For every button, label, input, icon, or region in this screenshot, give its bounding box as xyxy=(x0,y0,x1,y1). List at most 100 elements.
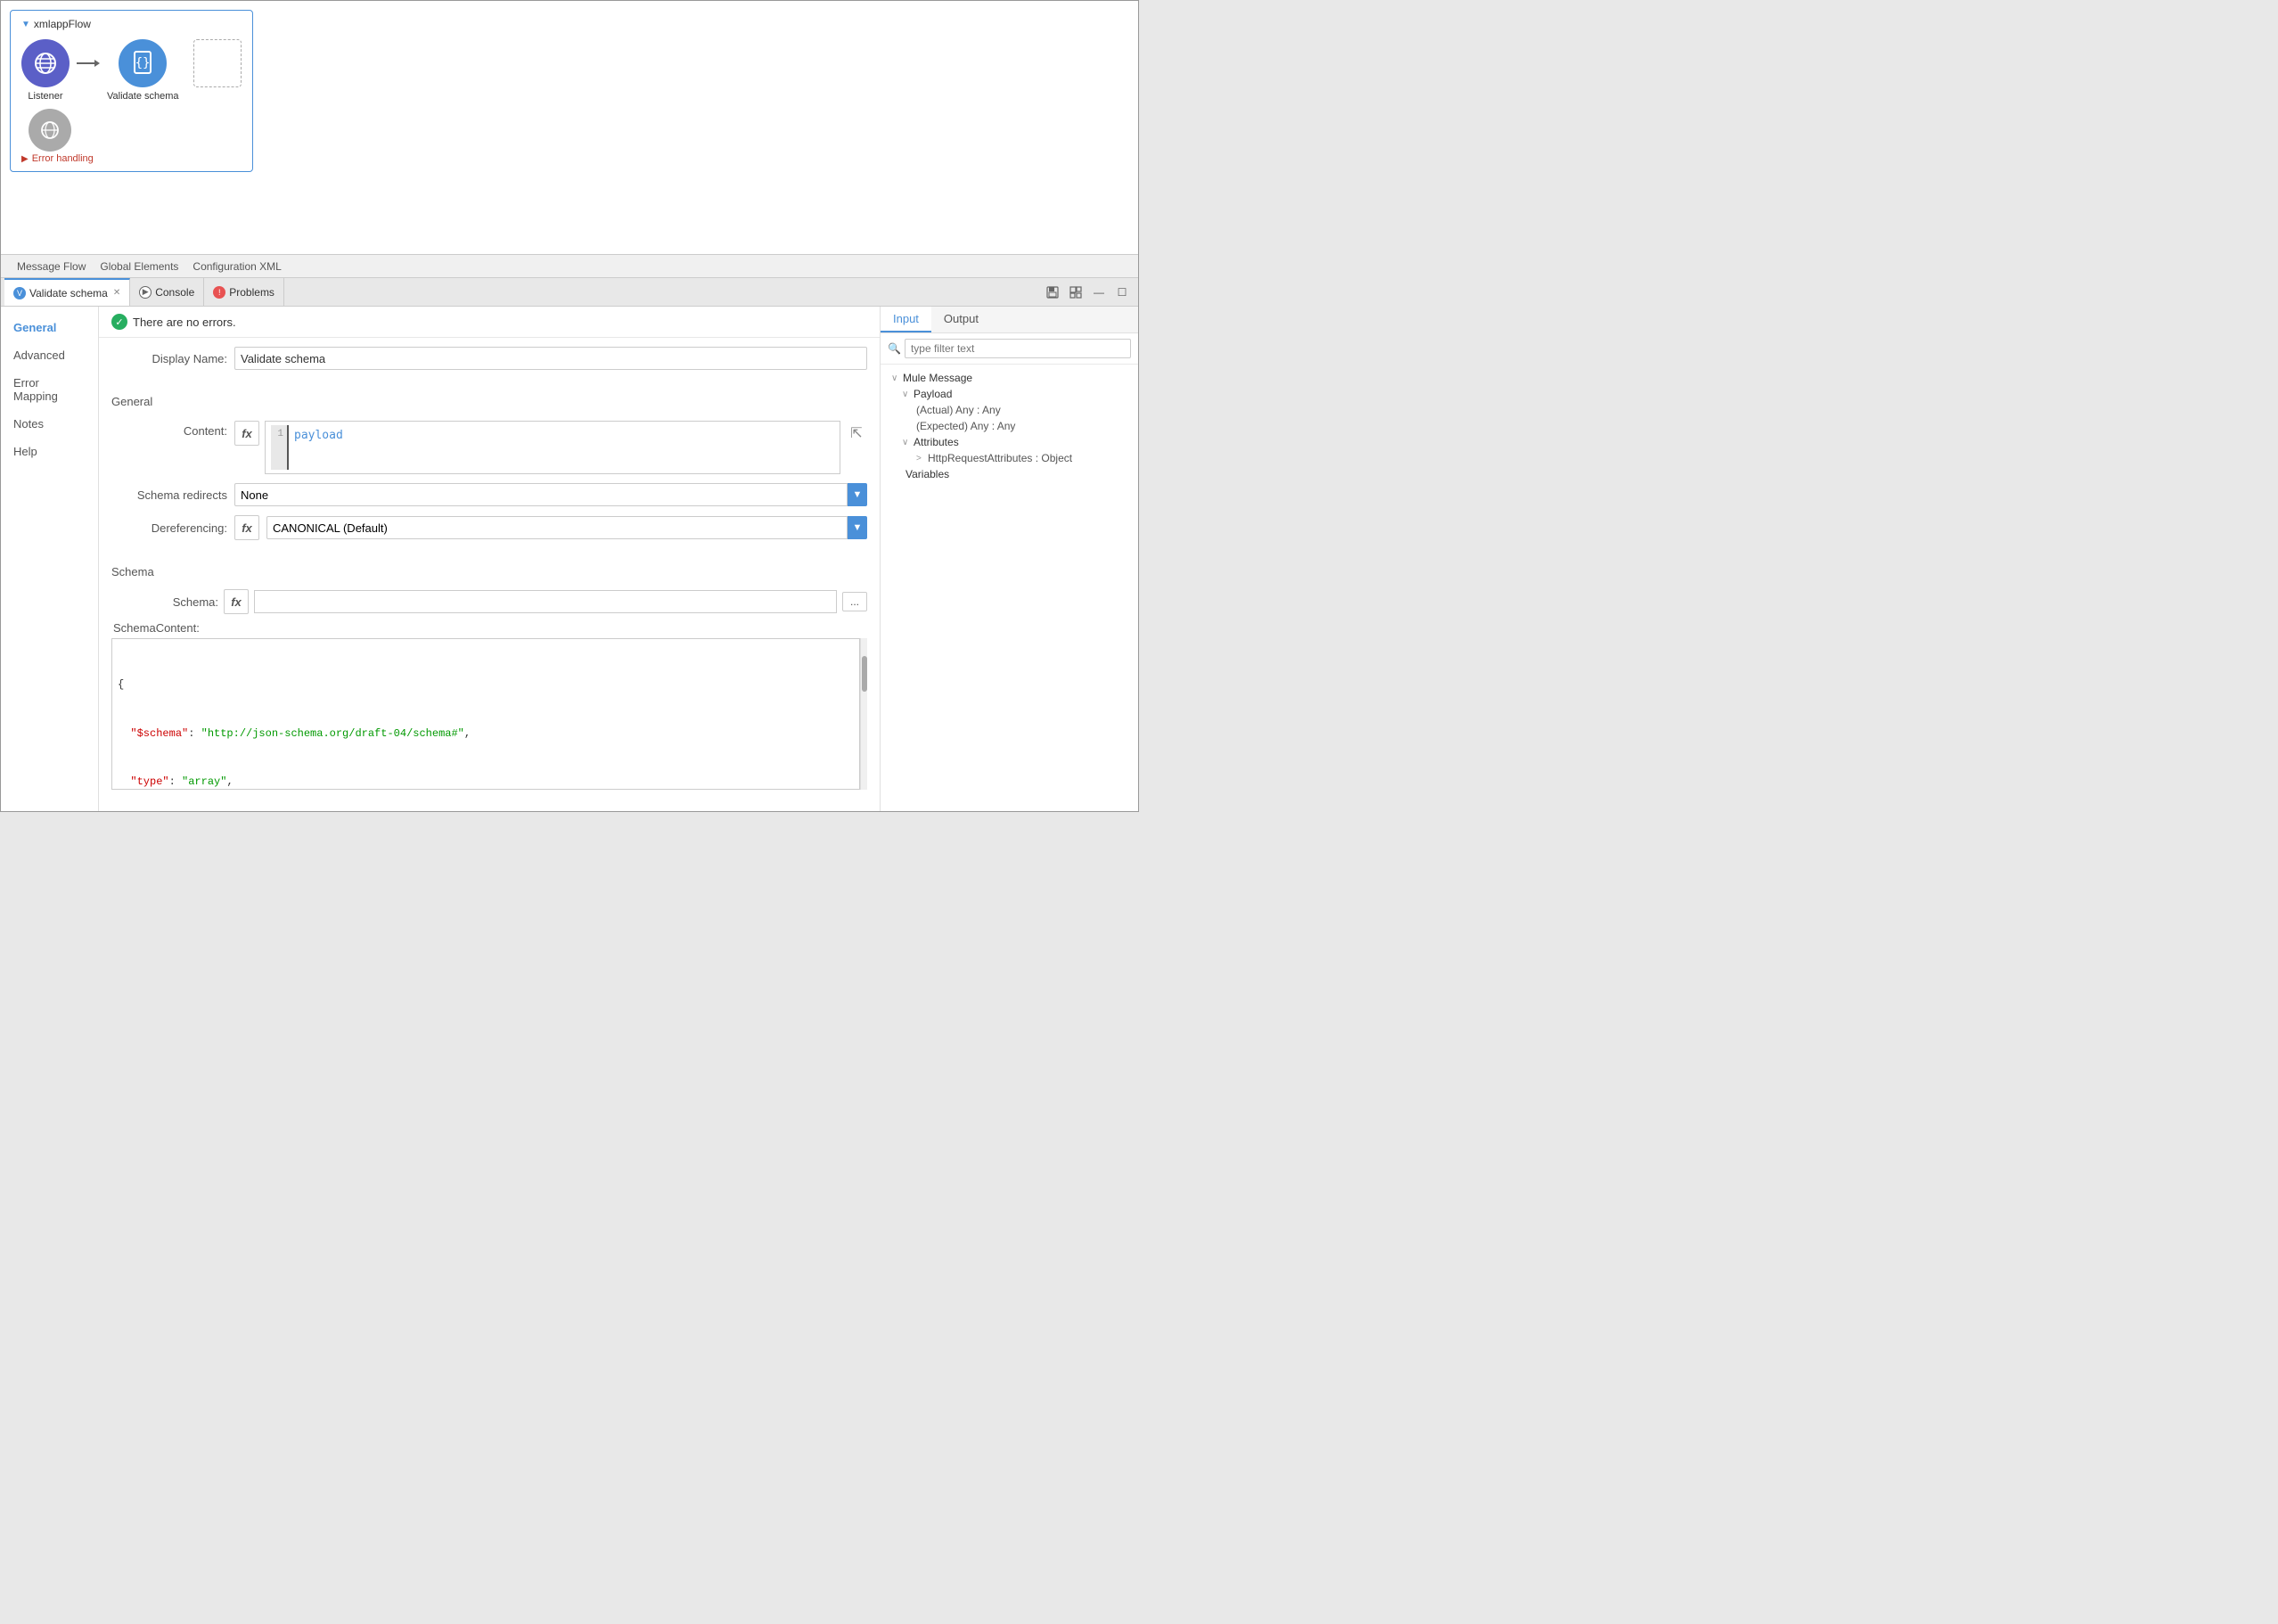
content-code-editor[interactable]: 1 payload xyxy=(265,421,840,474)
tab-message-flow[interactable]: Message Flow xyxy=(10,255,93,277)
sidebar-item-general[interactable]: General xyxy=(1,314,98,341)
filter-input[interactable] xyxy=(905,339,1131,358)
tree-item-attributes[interactable]: ∨ Attributes xyxy=(888,434,1131,450)
schema-scrollbar[interactable] xyxy=(860,638,867,790)
panel-tab-console[interactable]: ▶ Console xyxy=(130,278,204,306)
node-placeholder xyxy=(193,39,242,87)
tree-item-payload[interactable]: ∨ Payload xyxy=(888,386,1131,402)
validate-schema-tab-icon: V xyxy=(13,287,26,299)
flow-nodes: Listener {} Validate schema xyxy=(21,39,242,102)
attributes-label: Attributes xyxy=(914,436,959,448)
display-name-row: Display Name: xyxy=(111,347,867,370)
tree-view: ∨ Mule Message ∨ Payload (Actual) Any : … xyxy=(881,365,1138,811)
dereferencing-label: Dereferencing: xyxy=(111,521,227,535)
general-section-header: General xyxy=(99,388,880,412)
tab-configuration-xml[interactable]: Configuration XML xyxy=(185,255,288,277)
tree-item-variables[interactable]: Variables xyxy=(888,466,1131,482)
content-label: Content: xyxy=(111,421,227,438)
status-bar: ✓ There are no errors. xyxy=(99,307,880,338)
maximize-icon-btn[interactable]: ☐ xyxy=(1113,283,1131,301)
problems-tab-icon: ! xyxy=(213,286,225,299)
scrollbar-thumb[interactable] xyxy=(862,656,867,692)
sidebar-item-help[interactable]: Help xyxy=(1,438,98,465)
schema-browse-button[interactable]: ... xyxy=(842,592,867,611)
schema-fx-button[interactable]: fx xyxy=(224,589,249,614)
flow-arrow xyxy=(77,60,100,67)
error-handling-section[interactable]: ▶ Error handling xyxy=(21,153,242,164)
flow-title-arrow: ▼ xyxy=(21,20,30,29)
panel-right-icons: — ☐ xyxy=(1044,283,1135,301)
schema-content-editor-container: { "$schema": "http://json-schema.org/dra… xyxy=(111,638,867,790)
tab-global-elements[interactable]: Global Elements xyxy=(93,255,185,277)
sidebar-item-error-mapping[interactable]: Error Mapping xyxy=(1,369,98,410)
schema-json-text: { "$schema": "http://json-schema.org/dra… xyxy=(118,644,854,790)
content-editor-container: fx 1 payload ⇱ xyxy=(234,421,867,474)
code-line-numbers: 1 xyxy=(271,425,289,470)
mule-message-chevron: ∨ xyxy=(891,373,900,383)
right-panel: Input Output 🔍 ∨ Mule Message ∨ Payload xyxy=(880,307,1138,811)
mule-message-label: Mule Message xyxy=(903,372,972,384)
panel-tab-problems[interactable]: ! Problems xyxy=(204,278,284,306)
status-text: There are no errors. xyxy=(133,316,236,329)
display-name-section: Display Name: xyxy=(99,338,880,388)
panel-tab-validate-schema[interactable]: V Validate schema ✕ xyxy=(4,278,130,306)
flow-container: ▼ xmlappFlow Listener xyxy=(10,10,253,172)
validate-schema-node-circle[interactable]: {} xyxy=(119,39,167,87)
variables-label: Variables xyxy=(905,468,949,480)
schema-redirects-label: Schema redirects xyxy=(111,488,227,502)
app-container: ▼ xmlappFlow Listener xyxy=(0,0,1139,812)
display-name-input[interactable] xyxy=(234,347,867,370)
http-request-attrs-label: HttpRequestAttributes : Object xyxy=(928,452,1072,464)
error-handling-label: Error handling xyxy=(32,153,94,164)
schema-redirects-select[interactable]: None xyxy=(234,483,848,506)
listener-node-circle[interactable] xyxy=(21,39,70,87)
panel-tabs-bar: V Validate schema ✕ ▶ Console ! Problems… xyxy=(1,278,1138,307)
schema-section: Schema: fx ... SchemaContent: { "$schema… xyxy=(99,582,880,797)
save-icon-btn[interactable] xyxy=(1044,283,1061,301)
tree-item-mule-message[interactable]: ∨ Mule Message xyxy=(888,370,1131,386)
http-request-chevron: > xyxy=(916,454,925,463)
listener-node-label: Listener xyxy=(28,91,62,102)
schema-content-editor[interactable]: { "$schema": "http://json-schema.org/dra… xyxy=(111,638,860,790)
validate-schema-tab-label: Validate schema xyxy=(29,287,108,299)
listener-node[interactable]: Listener xyxy=(21,39,70,102)
content-row: Content: fx 1 payload ⇱ xyxy=(111,421,867,474)
dereferencing-fx-button[interactable]: fx xyxy=(234,515,259,540)
schema-redirects-row: Schema redirects None ▼ xyxy=(111,483,867,506)
minimize-icon-btn[interactable]: — xyxy=(1090,283,1108,301)
schema-redirects-select-container: None ▼ xyxy=(234,483,867,506)
validate-schema-node[interactable]: {} Validate schema xyxy=(107,39,179,102)
schema-input-row: Schema: fx ... xyxy=(111,589,867,614)
config-area: ✓ There are no errors. Display Name: Gen… xyxy=(99,307,880,811)
palette-icon-btn[interactable] xyxy=(1067,283,1085,301)
code-content[interactable]: payload xyxy=(289,425,834,470)
validate-schema-node-label: Validate schema xyxy=(107,91,179,102)
error-arrow-icon: ▶ xyxy=(21,154,29,164)
main-content: General Advanced Error Mapping Notes Hel… xyxy=(1,307,1138,811)
error-node-circle[interactable] xyxy=(29,109,71,152)
dereferencing-dropdown-btn[interactable]: ▼ xyxy=(848,516,867,539)
tree-item-http-request-attrs[interactable]: > HttpRequestAttributes : Object xyxy=(888,450,1131,466)
right-tab-input[interactable]: Input xyxy=(881,307,931,332)
sidebar-nav: General Advanced Error Mapping Notes Hel… xyxy=(1,307,99,811)
sidebar-item-advanced[interactable]: Advanced xyxy=(1,341,98,369)
schema-content-label: SchemaContent: xyxy=(111,621,867,635)
dereferencing-select[interactable]: CANONICAL (Default) xyxy=(266,516,848,539)
bottom-node-row xyxy=(29,109,242,152)
schema-redirects-dropdown-btn[interactable]: ▼ xyxy=(848,483,867,506)
right-tab-output[interactable]: Output xyxy=(931,307,991,332)
flow-name-label: xmlappFlow xyxy=(34,18,91,30)
problems-tab-label: Problems xyxy=(229,286,275,299)
sidebar-item-notes[interactable]: Notes xyxy=(1,410,98,438)
error-node[interactable] xyxy=(29,109,71,152)
validate-schema-tab-close[interactable]: ✕ xyxy=(113,288,120,298)
canvas-area: ▼ xmlappFlow Listener xyxy=(1,1,1138,255)
schema-input-field[interactable] xyxy=(254,590,837,613)
right-panel-tabs: Input Output xyxy=(881,307,1138,333)
content-fx-button[interactable]: fx xyxy=(234,421,259,446)
svg-text:{}: {} xyxy=(135,56,151,70)
flow-title: ▼ xmlappFlow xyxy=(21,18,242,30)
editor-expand-button[interactable]: ⇱ xyxy=(846,421,867,446)
content-section: Content: fx 1 payload ⇱ Schema xyxy=(99,412,880,558)
payload-label: Payload xyxy=(914,388,952,400)
